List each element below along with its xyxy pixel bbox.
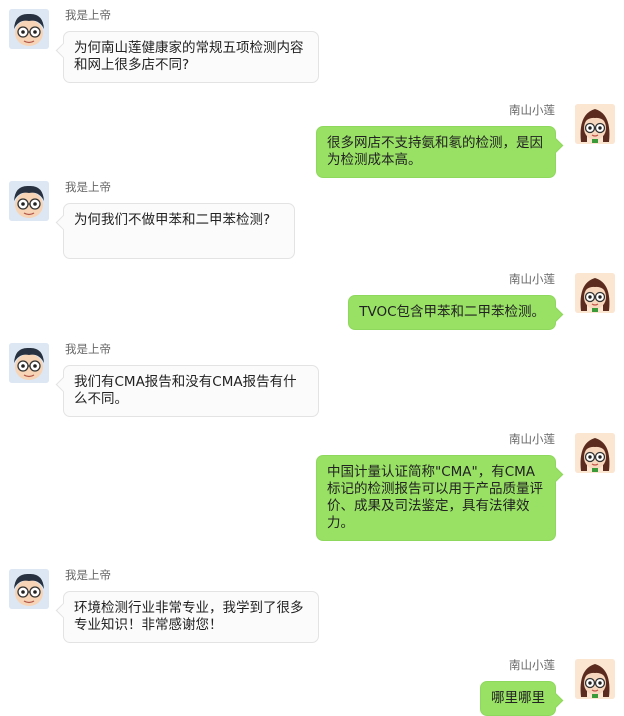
message-bubble: 为何南山莲健康家的常规五项检测内容和网上很多店不同? xyxy=(63,31,319,83)
message-bubble: 环境检测行业非常专业，我学到了很多专业知识！非常感谢您！ xyxy=(63,591,319,643)
boy-avatar-icon[interactable] xyxy=(9,9,49,49)
sender-name: 南山小莲 xyxy=(509,272,555,286)
sender-name: 我是上帝 xyxy=(65,180,111,194)
boy-avatar-icon[interactable] xyxy=(9,569,49,609)
message-bubble: 为何我们不做甲苯和二甲苯检测? xyxy=(63,203,295,259)
message-bubble: 中国计量认证简称"CMA"，有CMA标记的检测报告可以用于产品质量评价、成果及司… xyxy=(316,455,556,541)
message-bubble: TVOC包含甲苯和二甲苯检测。 xyxy=(348,295,556,330)
boy-avatar-icon[interactable] xyxy=(9,181,49,221)
sender-name: 我是上帝 xyxy=(65,342,111,356)
girl-avatar-icon[interactable] xyxy=(575,104,615,144)
boy-avatar-icon[interactable] xyxy=(9,343,49,383)
sender-name: 我是上帝 xyxy=(65,8,111,22)
girl-avatar-icon[interactable] xyxy=(575,433,615,473)
message-bubble: 哪里哪里 xyxy=(480,681,556,716)
sender-name: 南山小莲 xyxy=(509,103,555,117)
message-bubble: 很多网店不支持氨和氡的检测，是因为检测成本高。 xyxy=(316,126,556,178)
girl-avatar-icon[interactable] xyxy=(575,273,615,313)
sender-name: 南山小莲 xyxy=(509,658,555,672)
girl-avatar-icon[interactable] xyxy=(575,659,615,699)
sender-name: 南山小莲 xyxy=(509,432,555,446)
sender-name: 我是上帝 xyxy=(65,568,111,582)
message-bubble: 我们有CMA报告和没有CMA报告有什么不同。 xyxy=(63,365,319,417)
